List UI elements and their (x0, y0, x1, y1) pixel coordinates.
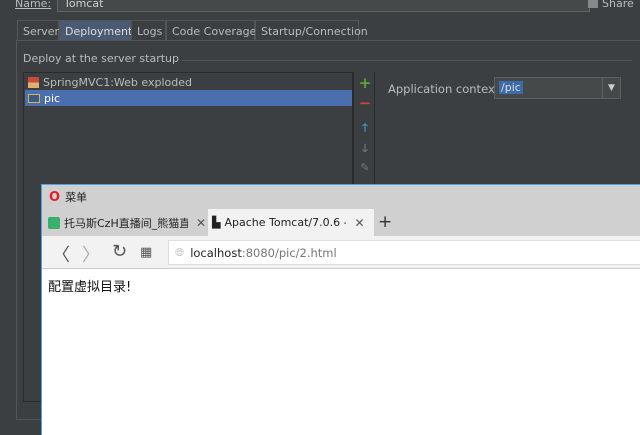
panda-favicon-icon (48, 216, 60, 229)
browser-titlebar: O 菜单 (42, 185, 640, 209)
checkbox-icon (588, 0, 598, 8)
group-title: Deploy at the server startup (23, 52, 180, 65)
list-item[interactable]: SpringMVC1:Web exploded (25, 74, 352, 90)
forward-icon[interactable]: 〉 (82, 241, 100, 267)
url-input[interactable]: 🌐︎ localhost:8080/pic/2.html (168, 240, 640, 265)
tab-code-coverage[interactable]: Code Coverage (166, 20, 256, 41)
share-label: Share (602, 0, 634, 10)
remove-icon[interactable]: − (358, 94, 372, 112)
move-down-icon[interactable]: 🡓 (358, 140, 372, 159)
share-checkbox[interactable]: Share (588, 0, 634, 10)
tab-logs[interactable]: Logs (131, 20, 166, 41)
reload-icon[interactable]: ↻ (112, 241, 127, 262)
page-content: 配置虚拟目录! (48, 280, 132, 295)
url-path: :8080/pic/2.html (241, 245, 337, 260)
add-icon[interactable]: + (358, 74, 372, 92)
tab-startup-connection[interactable]: Startup/Connection (255, 20, 368, 41)
browser-tab-active[interactable]: ▙ Apache Tomcat/7.0.6 - Error report ✕ (208, 209, 374, 236)
globe-icon: 🌐︎ (175, 245, 185, 259)
close-icon[interactable]: ✕ (354, 216, 364, 230)
application-context-value[interactable]: /pic (499, 81, 523, 94)
application-context-combo[interactable]: /pic ▼ (494, 77, 621, 99)
new-tab-button[interactable]: + (378, 212, 392, 232)
war-artifact-icon (28, 76, 39, 88)
name-input[interactable]: Tomcat (57, 0, 590, 12)
browser-tab[interactable]: 托马斯CzH直播间_熊猫直播 ✕ (44, 209, 206, 236)
tab-server[interactable]: Server (17, 20, 59, 41)
address-bar-row: 〈 〉 ↻ ▦ 🌐︎ localhost:8080/pic/2.html (42, 236, 640, 269)
browser-window: O 菜单 托马斯CzH直播间_熊猫直播 ✕ ▙ Apache Tomcat/7.… (41, 184, 640, 435)
browser-tabbar: 托马斯CzH直播间_熊猫直播 ✕ ▙ Apache Tomcat/7.0.6 -… (42, 209, 640, 236)
name-label: Name: (15, 0, 52, 10)
opera-logo-icon[interactable]: O (49, 190, 60, 205)
tab-title: Apache Tomcat/7.0.6 - Error report (224, 216, 346, 229)
edit-icon[interactable]: ✎ (358, 161, 372, 174)
item-label: pic (44, 91, 61, 105)
move-up-icon[interactable]: 🡑 (358, 119, 372, 138)
back-icon[interactable]: 〈 (52, 241, 70, 267)
application-context-label: Application context: (388, 82, 504, 96)
close-icon[interactable]: ✕ (196, 216, 206, 230)
url-host: localhost (190, 245, 242, 260)
tab-deployment[interactable]: Deployment (59, 20, 132, 41)
speed-dial-icon[interactable]: ▦ (140, 245, 152, 260)
divider (182, 60, 632, 61)
tab-title: 托马斯CzH直播间_熊猫直播 (64, 216, 188, 230)
list-item[interactable]: pic (25, 90, 352, 106)
menu-button[interactable]: 菜单 (65, 189, 87, 205)
page-icon: ▙ (212, 216, 221, 229)
item-label: SpringMVC1:Web exploded (43, 75, 192, 89)
chevron-down-icon[interactable]: ▼ (602, 78, 620, 98)
folder-icon (28, 93, 40, 103)
